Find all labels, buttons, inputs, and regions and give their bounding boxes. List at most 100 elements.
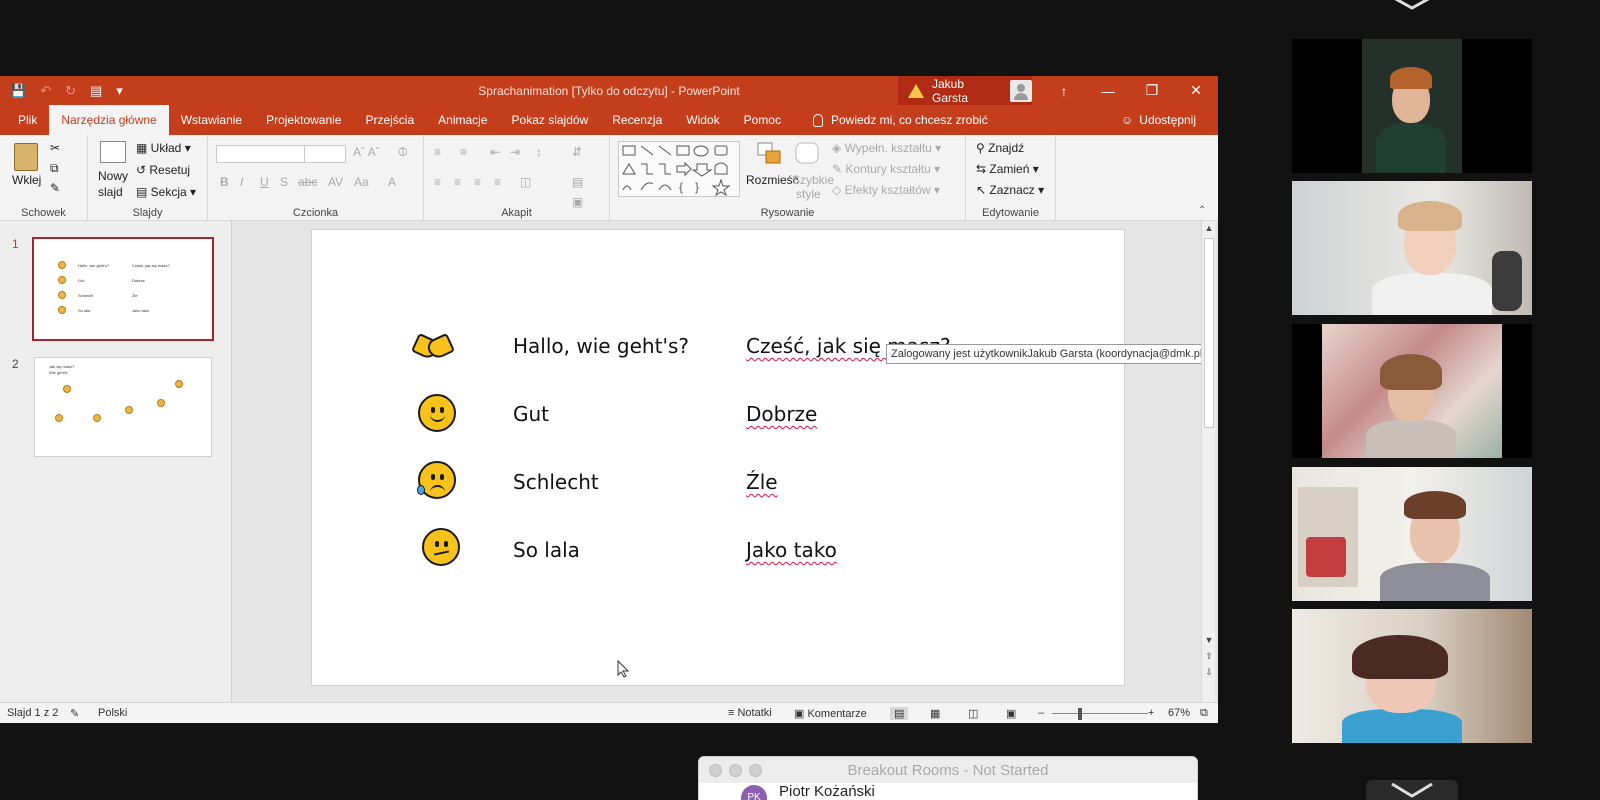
quick-styles-icon[interactable]	[794, 141, 822, 167]
share-button[interactable]: ☺ Udostępnij	[1121, 105, 1196, 135]
new-slide-icon[interactable]	[100, 141, 126, 163]
bold-icon[interactable]: B	[220, 175, 229, 189]
collapse-ribbon-icon[interactable]: ⌃	[1198, 205, 1206, 216]
select-button[interactable]: ↖ Zaznacz ▾	[976, 183, 1044, 197]
language-indicator[interactable]: Polski	[98, 707, 127, 719]
slide-text-pl[interactable]: Jako tako	[746, 538, 837, 562]
grow-font-icon[interactable]: Aˆ Aˇ	[353, 145, 380, 159]
tab-review[interactable]: Recenzja	[600, 105, 674, 135]
next-slide-icon[interactable]: ⇩	[1202, 667, 1216, 678]
quick-styles-button-line1[interactable]: Szybkie	[792, 173, 834, 187]
scroll-up-icon[interactable]: ▲	[1202, 223, 1216, 233]
tab-help[interactable]: Pomoc	[732, 105, 793, 135]
char-spacing-icon[interactable]: AV	[328, 175, 343, 189]
align-center-icon[interactable]: ≡	[454, 175, 461, 189]
account-button[interactable]: Jakub Garsta	[898, 76, 1032, 105]
tab-file[interactable]: Plik	[0, 105, 49, 135]
font-color-icon[interactable]: A	[388, 175, 396, 189]
underline-icon[interactable]: U	[260, 175, 269, 189]
paste-icon[interactable]	[14, 143, 38, 171]
video-tile-1[interactable]	[1292, 39, 1532, 173]
align-text-icon[interactable]: ▤	[572, 175, 583, 189]
increase-indent-icon[interactable]: ⇥	[510, 145, 520, 159]
slide-text-de[interactable]: Hallo, wie geht's?	[513, 334, 689, 358]
video-tile-5[interactable]	[1292, 609, 1532, 743]
video-tile-4[interactable]	[1292, 467, 1532, 601]
normal-view-icon[interactable]: ▤	[890, 707, 909, 720]
slide-text-de[interactable]: Gut	[513, 402, 549, 426]
font-name-select[interactable]	[216, 145, 306, 163]
columns-icon[interactable]: ◫	[520, 175, 531, 189]
vertical-scrollbar[interactable]: ▲ ▼ ⇧ ⇩	[1201, 221, 1215, 702]
slide-thumbnail-1[interactable]: Hallo, wie geht's? Cześć, jak się masz? …	[32, 237, 214, 341]
new-slide-button-line2[interactable]: slajd	[98, 185, 123, 199]
decrease-indent-icon[interactable]: ⇤	[490, 145, 500, 159]
arrange-icon[interactable]	[756, 141, 784, 167]
numbering-icon[interactable]: ≡	[460, 145, 467, 159]
participant-name[interactable]: Piotr Kożański	[779, 783, 875, 800]
zoom-slider[interactable]	[1052, 713, 1148, 714]
ribbon-display-options-button[interactable]: ↑	[1042, 76, 1086, 105]
scrollbar-thumb[interactable]	[1204, 238, 1214, 428]
shape-outline-button[interactable]: ✎ Kontury kształtu ▾	[832, 162, 940, 176]
comments-button[interactable]: ▣ Komentarze	[794, 707, 867, 720]
zoom-slider-thumb[interactable]	[1078, 708, 1082, 720]
shapes-gallery[interactable]: { }	[618, 141, 740, 197]
zoom-in-button[interactable]: +	[1148, 707, 1154, 719]
bullets-icon[interactable]: ≡	[434, 145, 441, 159]
previous-slide-icon[interactable]: ⇧	[1202, 651, 1216, 662]
slide-sorter-icon[interactable]: ▦	[930, 707, 940, 720]
minimize-button[interactable]: —	[1086, 76, 1130, 105]
slide-text-pl[interactable]: Dobrze	[746, 402, 817, 426]
video-tile-3[interactable]	[1292, 324, 1532, 458]
chevron-up-icon[interactable]	[1390, 0, 1434, 12]
scroll-down-icon[interactable]: ▼	[1202, 635, 1216, 645]
slide-canvas[interactable]: Hallo, wie geht's? Cześć, jak się masz? …	[311, 229, 1125, 686]
font-size-select[interactable]	[304, 145, 346, 163]
fit-to-window-icon[interactable]: ⧉	[1200, 707, 1208, 720]
spellcheck-icon[interactable]: ✎	[70, 707, 79, 720]
shape-fill-button[interactable]: ◈ Wypełn. kształtu ▾	[832, 141, 941, 155]
strikethrough-icon[interactable]: abc	[298, 175, 317, 189]
align-right-icon[interactable]: ≡	[474, 175, 481, 189]
video-tile-2[interactable]	[1292, 181, 1532, 315]
slide-text-de[interactable]: So lala	[513, 538, 580, 562]
arrange-button[interactable]: Rozmieść	[746, 173, 799, 187]
cut-icon[interactable]: ✂	[50, 141, 60, 155]
replace-button[interactable]: ⇆ Zamień ▾	[976, 162, 1039, 176]
tab-view[interactable]: Widok	[674, 105, 731, 135]
tab-design[interactable]: Projektowanie	[254, 105, 353, 135]
close-button[interactable]: ✕	[1174, 76, 1218, 105]
tell-me-search[interactable]: Powiedz mi, co chcesz zrobić	[812, 105, 988, 135]
slide-text-pl[interactable]: Źle	[746, 470, 778, 494]
line-spacing-icon[interactable]: ↕	[536, 145, 542, 159]
tab-slideshow[interactable]: Pokaz slajdów	[500, 105, 601, 135]
tab-home[interactable]: Narzędzia główne	[49, 105, 169, 135]
tab-insert[interactable]: Wstawianie	[169, 105, 254, 135]
align-left-icon[interactable]: ≡	[434, 175, 441, 189]
shadow-icon[interactable]: S	[280, 175, 288, 189]
text-direction-icon[interactable]: ⇵	[572, 145, 582, 159]
change-case-icon[interactable]: Aa	[354, 175, 369, 189]
slide-text-de[interactable]: Schlecht	[513, 470, 599, 494]
slide-thumbnail-2[interactable]: Jak się masz? Wie geht's	[34, 357, 212, 457]
format-painter-icon[interactable]: ✎	[50, 181, 60, 195]
justify-icon[interactable]: ≡	[494, 175, 501, 189]
paste-button[interactable]: Wklej	[12, 173, 41, 187]
slideshow-view-icon[interactable]: ▣	[1006, 707, 1016, 720]
layout-button[interactable]: ▦ Układ ▾	[136, 141, 191, 155]
reset-button[interactable]: ↺ Resetuj	[136, 163, 190, 177]
clear-format-icon[interactable]: ⦷	[398, 145, 408, 160]
quick-styles-button-line2[interactable]: style	[796, 187, 821, 201]
notes-button[interactable]: ≡ Notatki	[728, 707, 772, 719]
find-button[interactable]: ⚲ Znajdź	[976, 141, 1024, 155]
shape-effects-button[interactable]: ◇ Efekty kształtów ▾	[832, 183, 940, 197]
chevron-down-button[interactable]	[1366, 780, 1458, 800]
tab-animations[interactable]: Animacje	[426, 105, 499, 135]
new-slide-button-line1[interactable]: Nowy	[98, 169, 128, 183]
zoom-out-button[interactable]: –	[1038, 707, 1044, 719]
restore-button[interactable]: ❐	[1130, 76, 1174, 105]
tab-transitions[interactable]: Przejścia	[353, 105, 426, 135]
section-button[interactable]: ▤ Sekcja ▾	[136, 185, 196, 199]
reading-view-icon[interactable]: ◫	[968, 707, 978, 720]
